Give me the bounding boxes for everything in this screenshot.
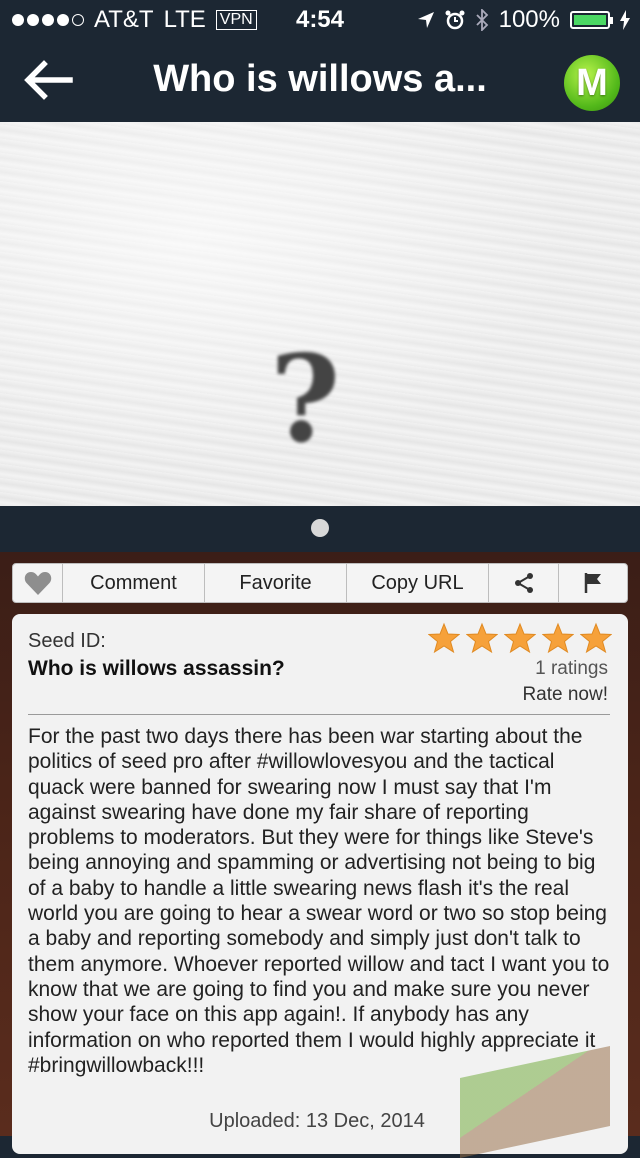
star-icon[interactable] — [542, 622, 574, 654]
alarm-icon — [445, 10, 465, 30]
page-indicator — [0, 506, 640, 552]
star-icon[interactable] — [580, 622, 612, 654]
battery-icon — [570, 11, 613, 29]
copy-url-button[interactable]: Copy URL — [347, 564, 489, 602]
share-icon — [514, 573, 533, 593]
seed-id-label: Seed ID: — [28, 630, 106, 652]
status-bar: AT&T LTE VPN 4:54 100% — [0, 0, 640, 40]
rate-now-link[interactable]: Rate now! — [522, 684, 608, 706]
flag-icon — [584, 573, 601, 593]
back-arrow-icon[interactable] — [22, 58, 74, 102]
page-title: Who is willows a... — [153, 58, 487, 100]
favorite-button[interactable]: Favorite — [205, 564, 347, 602]
report-button[interactable] — [559, 564, 627, 602]
seed-description: For the past two days there has been war… — [28, 725, 610, 1077]
page-indicator-dot[interactable] — [311, 519, 329, 537]
question-mark-placeholder: ? — [270, 329, 341, 470]
divider — [28, 714, 610, 715]
ratings-count: 1 ratings — [535, 658, 608, 679]
star-icon[interactable] — [428, 622, 460, 654]
star-rating[interactable] — [428, 622, 612, 654]
battery-percent: 100% — [498, 6, 560, 33]
location-arrow-icon — [417, 12, 434, 28]
comment-button[interactable]: Comment — [63, 564, 205, 602]
app-logo-button[interactable]: M — [564, 55, 620, 111]
like-button[interactable] — [13, 564, 63, 602]
share-button[interactable] — [489, 564, 559, 602]
seed-title: Who is willows assassin? — [28, 657, 285, 680]
navigation-bar: Who is willows a... M — [0, 40, 640, 122]
bluetooth-icon — [475, 9, 488, 31]
action-bar: Comment Favorite Copy URL — [12, 563, 628, 603]
star-icon[interactable] — [504, 622, 536, 654]
seed-image[interactable]: ? — [0, 122, 640, 506]
charging-icon — [620, 10, 630, 30]
heart-icon — [24, 572, 51, 595]
star-icon[interactable] — [466, 622, 498, 654]
